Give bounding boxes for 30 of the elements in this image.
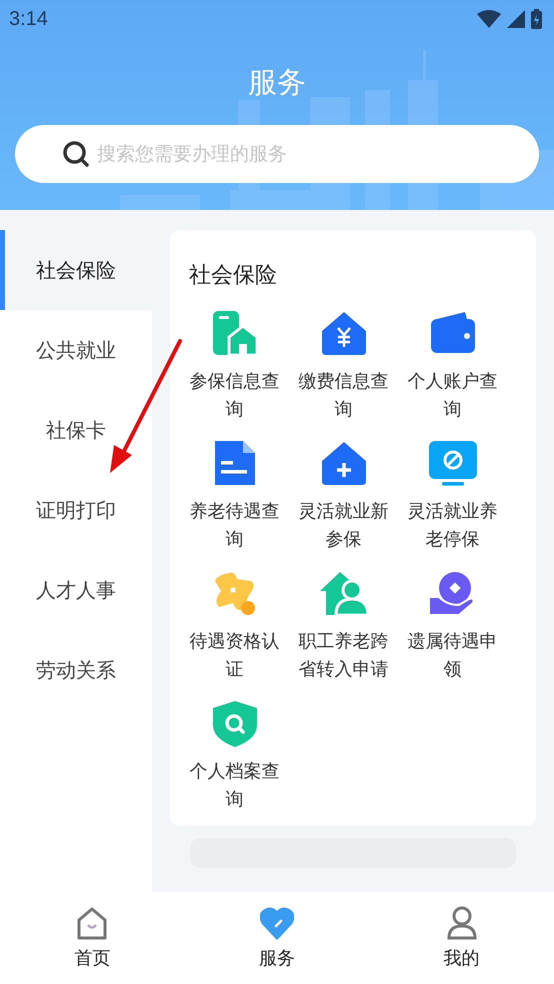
service-label[interactable]: 遗属待遇申领 <box>402 628 502 684</box>
signal-icon <box>507 10 525 28</box>
search-field[interactable]: 搜索您需要办理的服务 <box>15 125 539 183</box>
service-label[interactable]: 缴费信息查询 <box>294 368 394 424</box>
sidebar-item[interactable]: 社会保险 <box>0 230 152 310</box>
nav-tab[interactable]: 服务 <box>184 892 370 984</box>
service-label[interactable]: 参保信息查询 <box>184 368 284 424</box>
heart-icon <box>260 906 294 940</box>
service-label[interactable]: 灵活就业养老停保 <box>402 498 502 554</box>
service-label[interactable]: 养老待遇查询 <box>184 498 284 554</box>
house-plus-icon <box>320 441 368 487</box>
service-label[interactable]: 待遇资格认证 <box>184 628 284 684</box>
nav-tab[interactable]: 首页 <box>0 892 185 984</box>
shield-search-icon <box>210 701 258 747</box>
phone-house-icon <box>210 311 258 357</box>
battery-icon <box>531 9 542 29</box>
wifi-icon <box>477 10 501 28</box>
service-label[interactable]: 个人账户查询 <box>402 368 502 424</box>
person-icon <box>444 906 479 940</box>
page-title: 服务 <box>248 64 306 101</box>
status-time: 3:14 <box>9 8 48 30</box>
section-title: 社会保险 <box>189 262 278 290</box>
nav-tab[interactable]: 我的 <box>369 892 554 984</box>
home-icon <box>75 906 110 940</box>
monitor-icon <box>428 441 476 487</box>
house-person-icon <box>320 571 368 617</box>
house-yuan-icon <box>320 311 368 357</box>
service-label[interactable]: 职工养老跨省转入申请 <box>294 628 394 684</box>
service-label[interactable]: 灵活就业新参保 <box>294 498 394 554</box>
service-label[interactable]: 个人档案查询 <box>184 758 284 814</box>
